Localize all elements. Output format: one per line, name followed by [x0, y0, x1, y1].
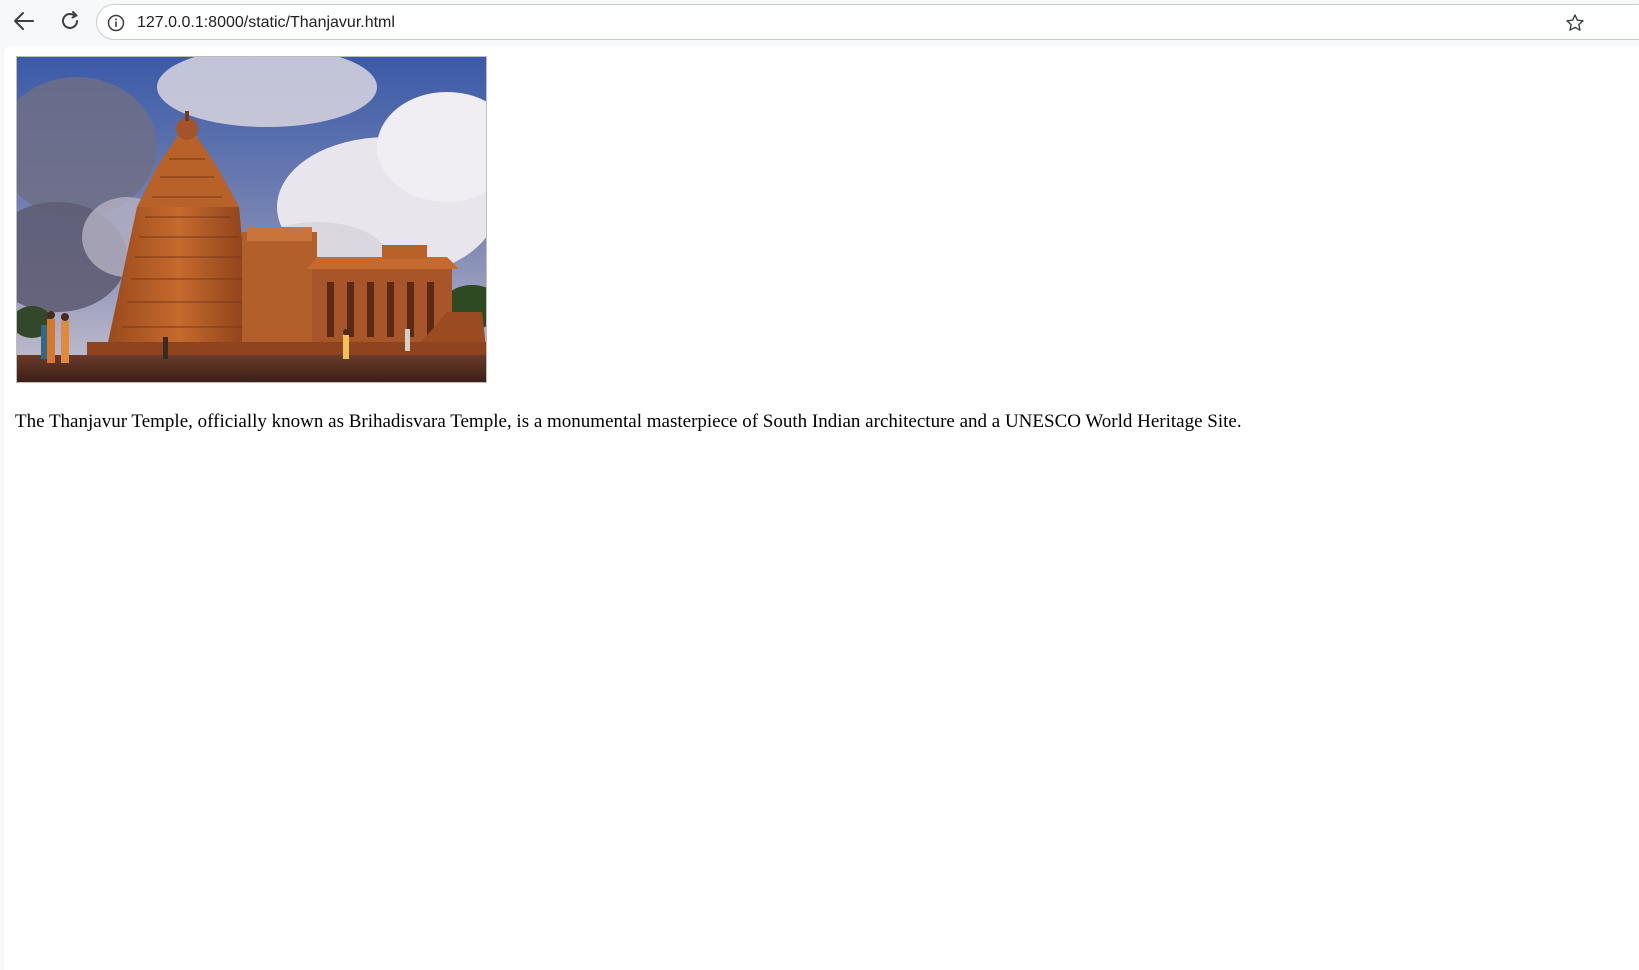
temple-description: The Thanjavur Temple, officially known a…: [15, 411, 1242, 432]
reload-button[interactable]: [54, 7, 86, 39]
info-icon[interactable]: [106, 13, 126, 33]
url-text[interactable]: 127.0.0.1:8000/static/Thanjavur.html: [137, 13, 395, 33]
arrow-left-icon: [13, 10, 35, 37]
reload-icon: [59, 10, 81, 37]
browser-window: 127.0.0.1:8000/static/Thanjavur.html The…: [0, 0, 1639, 970]
address-bar[interactable]: 127.0.0.1:8000/static/Thanjavur.html: [96, 4, 1639, 40]
page-viewport: The Thanjavur Temple, officially known a…: [4, 46, 1639, 970]
browser-toolbar: 127.0.0.1:8000/static/Thanjavur.html: [0, 0, 1639, 46]
page-content: The Thanjavur Temple, officially known a…: [4, 46, 1639, 970]
back-button[interactable]: [8, 7, 40, 39]
temple-image: [16, 56, 487, 383]
star-icon[interactable]: [1565, 13, 1585, 33]
